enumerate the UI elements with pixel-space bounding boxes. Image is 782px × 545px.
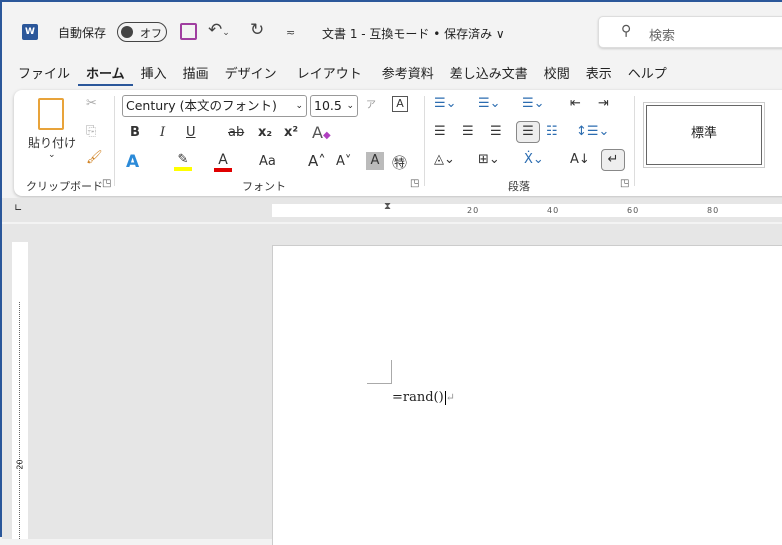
tab-review[interactable]: 校閲 (536, 64, 578, 88)
font-name-select[interactable]: Century (本文のフォント) ⌄ (122, 95, 307, 117)
increase-indent-button[interactable]: ⇥ (598, 96, 609, 111)
clipboard-launcher-icon[interactable]: ◳ (102, 178, 111, 189)
shrink-font-button[interactable]: A˅ (336, 154, 351, 169)
sort-button[interactable]: A↓ (570, 152, 590, 167)
document-page[interactable] (272, 245, 782, 545)
font-launcher-icon[interactable]: ◳ (410, 178, 419, 189)
autosave-label: 自動保存 (58, 26, 107, 40)
text-effects-button[interactable]: A (126, 152, 139, 172)
grow-font-button[interactable]: A˄ (308, 152, 326, 170)
align-center-button[interactable]: ☰ (462, 124, 474, 139)
tab-file[interactable]: ファイル (10, 64, 78, 88)
paragraph-group-label: 段落 (508, 180, 530, 193)
tab-mailings[interactable]: 差し込み文書 (442, 64, 536, 88)
line-spacing-button[interactable]: ↕☰⌄ (576, 124, 609, 139)
font-group-label: フォント (242, 180, 286, 193)
character-shading-button[interactable]: A (366, 152, 384, 170)
align-right-button[interactable]: ☰ (490, 124, 502, 139)
multilevel-list-button[interactable]: ☰⌄ (522, 96, 545, 111)
paste-button[interactable]: 貼り付け (28, 134, 76, 151)
tab-insert[interactable]: 挿入 (133, 64, 175, 88)
font-size-value: 10.5 (314, 98, 342, 113)
strikethrough-button[interactable]: ab (228, 125, 244, 140)
phonetic-guide-icon[interactable]: ア (366, 96, 376, 111)
change-case-button[interactable]: Aa (259, 154, 276, 169)
tab-references[interactable]: 参考資料 (374, 64, 442, 88)
vertical-ruler[interactable]: 20 (12, 242, 28, 539)
undo-icon[interactable]: ↶⌄ (208, 20, 230, 40)
underline-button[interactable]: U (186, 125, 196, 140)
search-placeholder: 検索 (649, 29, 676, 44)
tab-draw[interactable]: 描画 (175, 64, 217, 88)
distributed-button[interactable]: ☷ (546, 124, 558, 139)
paragraph-launcher-icon[interactable]: ◳ (620, 178, 629, 189)
ruler-label: 20 (467, 206, 480, 215)
autosave-state: オフ (140, 27, 162, 40)
decrease-indent-button[interactable]: ⇤ (570, 96, 581, 111)
text-direction-button[interactable]: Ẋ⌄ (524, 152, 544, 167)
font-size-select[interactable]: 10.5 ⌄ (310, 95, 358, 117)
highlight-color-button[interactable]: ✎ (174, 152, 192, 171)
title-bar: W 自動保存 オフ ↶⌄ ↻ ≂ 文書 1 - 互換モード • 保存済み ∨ ⚲… (2, 2, 782, 60)
numbering-button[interactable]: ☰⌄ (478, 96, 501, 111)
tab-layout[interactable]: レイアウト (289, 64, 370, 88)
indent-marker-icon[interactable]: ⧗ (384, 200, 392, 213)
font-name-value: Century (本文のフォント) (126, 98, 277, 113)
document-text[interactable]: =rand() ↵ (392, 390, 455, 405)
clipboard-group-label: クリップボード (26, 180, 103, 193)
borders-button[interactable]: ⊞⌄ (478, 152, 500, 167)
ribbon: 貼り付け ⌄ ✂ ⎘ 🖌 クリップボード ◳ Century (本文のフォント)… (14, 90, 782, 196)
redo-icon[interactable]: ↻ (250, 20, 264, 40)
paragraph-mark: ↵ (445, 391, 455, 404)
justify-button[interactable]: ☰ (516, 121, 540, 143)
align-left-button[interactable]: ☰ (434, 124, 446, 139)
show-marks-button[interactable]: ↵ (601, 149, 625, 171)
clear-formatting-icon[interactable]: A◆ (312, 123, 331, 142)
autosave-toggle[interactable]: オフ (117, 22, 167, 42)
shading-button[interactable]: ◬⌄ (434, 152, 455, 167)
format-painter-icon[interactable]: 🖌 (86, 150, 103, 165)
superscript-button[interactable]: x² (284, 125, 298, 140)
italic-button[interactable]: I (160, 125, 165, 140)
style-normal[interactable]: 標準 (643, 102, 765, 168)
tab-view[interactable]: 表示 (578, 64, 620, 88)
cut-icon[interactable]: ✂ (86, 96, 97, 111)
subscript-button[interactable]: x₂ (258, 125, 272, 140)
paragraph-text: =rand() (392, 390, 444, 405)
paste-dropdown-icon[interactable]: ⌄ (48, 150, 56, 160)
paste-icon[interactable] (38, 98, 64, 130)
customize-toolbar-icon[interactable]: ≂ (286, 26, 295, 39)
word-logo-icon: W (22, 24, 38, 40)
horizontal-ruler[interactable]: ⧗ 20 40 60 80 (272, 201, 782, 217)
tab-design[interactable]: デザイン (217, 64, 285, 88)
document-title[interactable]: 文書 1 - 互換モード • 保存済み ∨ (322, 25, 505, 42)
enclose-characters-button[interactable]: ㊕ (392, 152, 407, 173)
ruler-label: 80 (707, 206, 720, 215)
character-border-icon[interactable]: A (392, 96, 408, 112)
ruler-label: 20 (15, 459, 25, 470)
bold-button[interactable]: B (130, 125, 140, 140)
margin-corner-mark (367, 360, 392, 384)
tab-selector-icon[interactable]: ∟ (14, 203, 22, 214)
ribbon-tabs: ファイル ホーム 挿入 描画 デザイン レイアウト 参考資料 差し込み文書 校閲… (10, 64, 675, 88)
bullets-button[interactable]: ☰⌄ (434, 96, 457, 111)
tab-home[interactable]: ホーム (78, 64, 133, 86)
search-icon: ⚲ (621, 23, 632, 39)
font-color-button[interactable]: A (214, 152, 232, 172)
ruler-label: 60 (627, 206, 640, 215)
save-icon[interactable] (180, 23, 197, 40)
ruler-label: 40 (547, 206, 560, 215)
copy-icon[interactable]: ⎘ (86, 124, 96, 139)
tab-help[interactable]: ヘルプ (620, 64, 675, 88)
search-box[interactable]: ⚲ 検索 (598, 16, 782, 48)
